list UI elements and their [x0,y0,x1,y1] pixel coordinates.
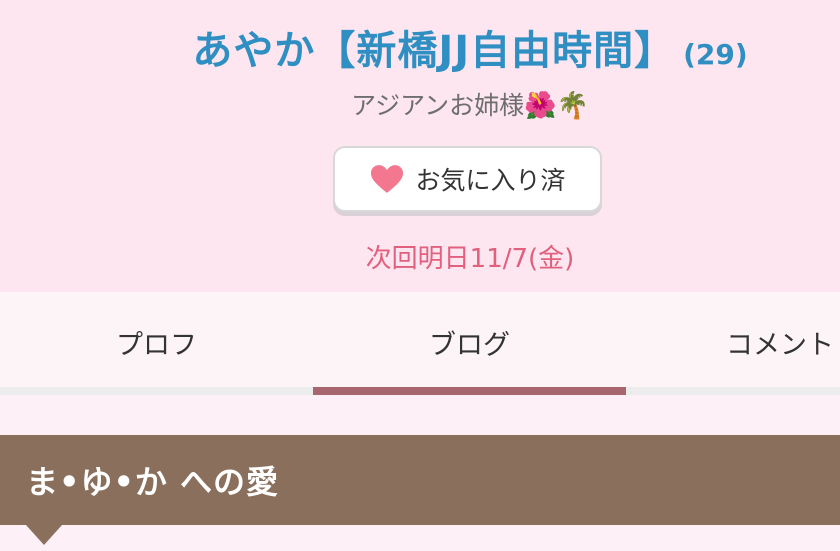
section-pointer [26,525,62,545]
favorite-button-label: お気に入り済 [415,166,566,195]
catchcopy: アジアンお姉様🌺🌴 [0,86,840,122]
profile-header: あやか【新橋JJ自由時間】 (29) アジアンお姉様🌺🌴 お気に入り済 次回明日1… [0,0,840,292]
cast-name: あやか【新橋JJ自由時間】 [192,28,676,74]
section-title: ま•ゆ•か への愛 [26,463,280,501]
next-shift-text: 次回明日11/7(金) [365,244,575,274]
catchcopy-emoji: 🌺🌴 [524,91,589,121]
heart-icon [371,165,404,193]
favorite-button[interactable]: お気に入り済 [333,146,602,212]
blog-section-header: ま•ゆ•か への愛 [0,435,840,525]
tab-profile[interactable]: プロフ [0,292,313,392]
active-tab-indicator [313,387,626,395]
tab-blog[interactable]: ブログ [313,292,626,392]
tab-comment[interactable]: コメント [626,292,840,392]
cast-name-line: あやか【新橋JJ自由時間】 (29) [0,18,840,76]
catchcopy-text: アジアンお姉様 [351,91,525,120]
tab-bar: プロフ ブログ コメント [0,292,840,395]
cast-age: (29) [683,38,748,71]
